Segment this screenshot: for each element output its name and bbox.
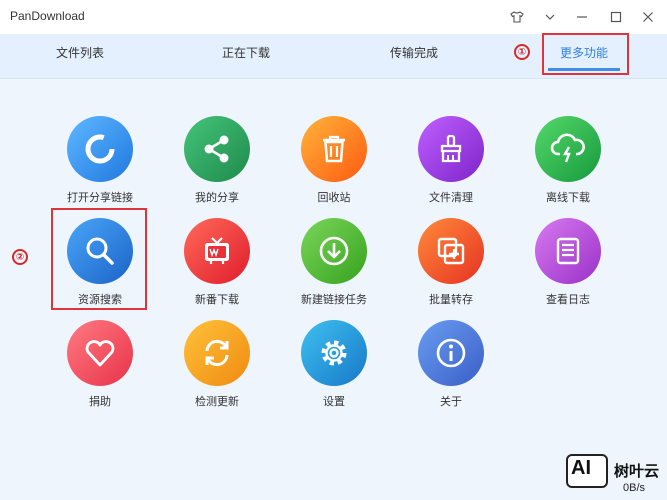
feature-icon-circle bbox=[184, 320, 250, 386]
feature-anime-download[interactable]: 新番下载 bbox=[162, 218, 272, 318]
feature-icon-circle bbox=[418, 116, 484, 182]
download-icon bbox=[319, 236, 349, 266]
tv-icon bbox=[205, 237, 229, 264]
title-bar: PanDownload bbox=[0, 0, 667, 34]
feature-batch-save[interactable]: 批量转存 bbox=[396, 218, 506, 318]
feature-about[interactable]: 关于 bbox=[396, 320, 506, 420]
feature-icon-circle bbox=[301, 320, 367, 386]
feature-icon-circle bbox=[67, 116, 133, 182]
feature-grid: 打开分享链接 我的分享 回收站 文件清理 离线下载 资源搜索 新番下载 新建链接… bbox=[0, 78, 667, 458]
feature-label: 批量转存 bbox=[429, 293, 473, 306]
feature-settings[interactable]: 设置 bbox=[279, 320, 389, 420]
feature-label: 新建链接任务 bbox=[301, 293, 367, 306]
highlight-box-more-features bbox=[542, 33, 629, 75]
log-icon bbox=[556, 237, 580, 265]
tab-downloading[interactable]: 正在下载 bbox=[222, 44, 270, 61]
feature-donate[interactable]: 捐助 bbox=[45, 320, 155, 420]
feature-resource-search[interactable]: 资源搜索 bbox=[45, 218, 155, 318]
minimize-button[interactable] bbox=[571, 6, 593, 28]
feature-label: 捐助 bbox=[89, 395, 111, 408]
skin-button[interactable] bbox=[506, 6, 528, 28]
feature-label: 检测更新 bbox=[195, 395, 239, 408]
feature-label: 我的分享 bbox=[195, 191, 239, 204]
feature-icon-circle bbox=[184, 218, 250, 284]
feature-recycle-bin[interactable]: 回收站 bbox=[279, 116, 389, 216]
feature-check-update[interactable]: 检测更新 bbox=[162, 320, 272, 420]
update-icon bbox=[205, 339, 229, 367]
minimize-icon bbox=[577, 16, 587, 18]
tab-completed[interactable]: 传输完成 bbox=[390, 44, 438, 61]
close-button[interactable] bbox=[637, 6, 659, 28]
close-icon bbox=[643, 12, 653, 22]
feature-my-shares[interactable]: 我的分享 bbox=[162, 116, 272, 216]
tab-file-list[interactable]: 文件列表 bbox=[56, 44, 104, 61]
feature-label: 新番下载 bbox=[195, 293, 239, 306]
brush-icon bbox=[440, 134, 462, 163]
feature-view-log[interactable]: 查看日志 bbox=[513, 218, 623, 318]
feature-open-share-link[interactable]: 打开分享链接 bbox=[45, 116, 155, 216]
feature-offline-download[interactable]: 离线下载 bbox=[513, 116, 623, 216]
trash-icon bbox=[323, 135, 345, 163]
feature-icon-circle bbox=[67, 320, 133, 386]
feature-file-cleanup[interactable]: 文件清理 bbox=[396, 116, 506, 216]
maximize-button[interactable] bbox=[605, 6, 627, 28]
marker-1: ① bbox=[514, 44, 530, 60]
app-title: PanDownload bbox=[10, 9, 85, 23]
feature-icon-circle bbox=[418, 218, 484, 284]
feature-label: 查看日志 bbox=[546, 293, 590, 306]
chevron-down-icon bbox=[545, 14, 555, 20]
shirt-icon bbox=[510, 11, 524, 23]
feature-label: 资源搜索 bbox=[78, 293, 122, 306]
gear-icon bbox=[321, 340, 347, 366]
refresh-ring-icon bbox=[85, 134, 115, 164]
feature-icon-circle bbox=[67, 218, 133, 284]
watermark-logo: AI bbox=[566, 454, 608, 488]
feature-label: 关于 bbox=[440, 395, 462, 408]
feature-icon-circle bbox=[535, 116, 601, 182]
copy-add-icon bbox=[437, 237, 465, 265]
feature-icon-circle bbox=[301, 116, 367, 182]
dropdown-button[interactable] bbox=[539, 6, 561, 28]
feature-label: 回收站 bbox=[317, 191, 351, 204]
feature-label: 离线下载 bbox=[546, 191, 590, 204]
speed-indicator: 0B/s bbox=[623, 482, 646, 494]
cloud-download-icon bbox=[550, 133, 585, 163]
feature-icon-circle bbox=[418, 320, 484, 386]
feature-icon-circle bbox=[184, 116, 250, 182]
feature-label: 文件清理 bbox=[429, 191, 473, 204]
feature-new-link-task[interactable]: 新建链接任务 bbox=[279, 218, 389, 318]
feature-icon-circle bbox=[535, 218, 601, 284]
share-icon bbox=[204, 135, 229, 163]
feature-icon-circle bbox=[301, 218, 367, 284]
heart-icon bbox=[85, 340, 115, 367]
watermark-name: 树叶云 bbox=[614, 462, 660, 480]
maximize-icon bbox=[610, 11, 622, 23]
watermark: AI 树叶云 0B/s bbox=[566, 452, 667, 500]
watermark-logo-text: AI bbox=[571, 457, 591, 479]
search-icon bbox=[86, 237, 114, 265]
feature-label: 设置 bbox=[323, 395, 345, 408]
info-icon bbox=[436, 338, 466, 368]
feature-label: 打开分享链接 bbox=[67, 191, 133, 204]
